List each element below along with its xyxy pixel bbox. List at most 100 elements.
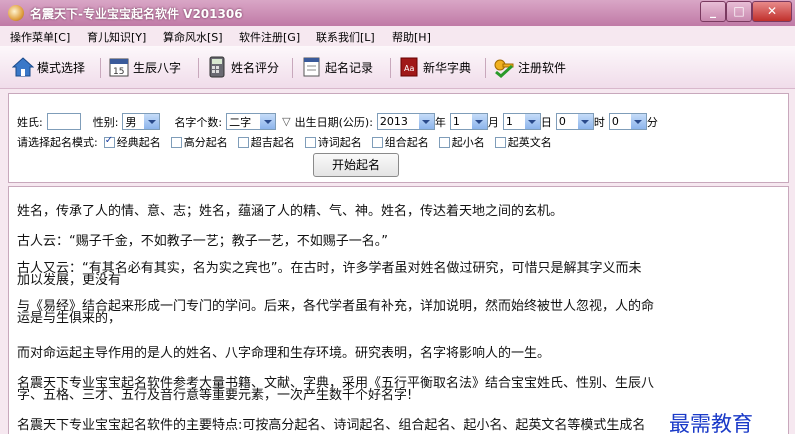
gender-select[interactable]: 男 [122,113,161,130]
chevron-down-icon [418,114,434,129]
app-window: 名震天下-专业宝宝起名软件 V201306 _ □ ✕ 操作菜单[C] 育儿知识… [0,0,795,434]
month-select[interactable]: 1 [449,113,488,130]
chevron-down-icon [260,114,276,129]
toolbar-divider [100,58,101,78]
hour-select[interactable]: 0 [555,113,594,130]
name-count-select[interactable]: 二字 [226,113,277,130]
year-unit: 年 [434,115,446,129]
toolbar-divider [390,58,391,78]
mode-combo-label: 组合起名 [384,136,429,149]
mode-english-label: 起英文名 [507,136,552,149]
mode-nickname-checkbox[interactable]: 起小名 [438,134,485,150]
mode-poetry-checkbox[interactable]: 诗词起名 [304,134,362,150]
close-button[interactable]: ✕ [752,1,792,22]
checkbox-icon [237,136,249,148]
minute-value: 0 [611,115,619,128]
mode-nickname-label: 起小名 [451,136,485,149]
checkbox-icon [438,136,450,148]
toolbar-label: 生辰八字 [133,60,182,75]
mode-high-score-checkbox[interactable]: 高分起名 [170,134,228,150]
watermark-text: 最需教育 [669,412,753,434]
checkbox-icon [304,136,316,148]
dictionary-button[interactable]: Aa 新华字典 [398,54,471,80]
home-icon [11,56,35,78]
mode-classic-checkbox[interactable]: 经典起名 [103,134,161,150]
toolbar-divider [198,58,199,78]
hour-value: 0 [558,115,566,128]
birth-info-row: 姓氏: 性别: 男 名字个数: 二字 ▽ 出生日期(公历): 2013 年 1 … [17,113,658,130]
toolbar-label: 新华字典 [423,60,472,75]
gender-value: 男 [125,115,137,129]
checkbox-icon [371,136,383,148]
mode-classic-label: 经典起名 [116,136,161,149]
mode-select-button[interactable]: 模式选择 [11,54,85,80]
window-title: 名震天下-专业宝宝起名软件 V201306 [30,7,243,21]
menu-operations[interactable]: 操作菜单[C] [10,29,70,45]
minute-select[interactable]: 0 [608,113,647,130]
toolbar-label: 注册软件 [518,60,567,75]
options-panel: 姓氏: 性别: 男 名字个数: 二字 ▽ 出生日期(公历): 2013 年 1 … [8,93,789,183]
name-count-value: 二字 [229,115,252,129]
minute-unit: 分 [646,115,658,129]
year-value: 2013 [379,115,408,128]
chevron-down-icon [471,114,487,129]
calendar-icon: 15 [108,56,130,78]
calculator-icon [206,56,228,78]
name-records-button[interactable]: 起名记录 [300,54,373,80]
dictionary-icon: Aa [398,56,420,78]
surname-label: 姓氏: [17,115,43,129]
maximize-button[interactable]: □ [726,1,752,22]
intro-paragraph: 加以发展，更没有 [17,273,122,288]
intro-text-area[interactable]: 姓名，传承了人的情、意、志；姓名，蕴涵了人的精、气、神。姓名，传达着天地之间的玄… [8,186,789,434]
register-software-button[interactable]: 注册软件 [493,54,566,80]
mode-lucky-label: 超吉起名 [250,136,295,149]
menu-bar: 操作菜单[C] 育儿知识[Y] 算命风水[S] 软件注册[G] 联系我们[L] … [0,26,795,46]
checkbox-checked-icon [103,135,115,148]
toolbar: 模式选择 15 生辰八字 姓名评分 起名记录 Aa 新华字典 注册软件 [0,46,795,89]
app-logo-icon [8,5,24,21]
gender-label: 性别: [92,115,119,129]
title-bar[interactable]: 名震天下-专业宝宝起名软件 V201306 _ □ ✕ [0,0,795,26]
day-unit: 日 [540,115,552,129]
register-icon [493,56,515,78]
intro-paragraph: 古人云：“赐子千金，不如教子一艺；教子一艺，不如赐子一名。” [17,234,388,249]
menu-parenting[interactable]: 育儿知识[Y] [87,29,146,45]
intro-paragraph: 而对命运起主导作用的是人的姓名、八字命理和生存环境。研究表明，名字将影响人的一生… [17,346,551,361]
toolbar-divider [292,58,293,78]
name-score-button[interactable]: 姓名评分 [206,54,279,80]
mode-label: 请选择起名模式: [17,136,98,149]
intro-paragraph: 名震天下专业宝宝起名软件的主要特点:可按高分起名、诗词起名、组合起名、起小名、起… [17,418,646,433]
chevron-down-icon [577,114,593,129]
start-naming-button[interactable]: 开始起名 [313,153,399,177]
notebook-icon [300,56,322,78]
toolbar-label: 姓名评分 [231,60,280,75]
svg-text:Aa: Aa [404,64,414,73]
mode-english-checkbox[interactable]: 起英文名 [494,134,552,150]
svg-text:15: 15 [113,67,124,77]
day-value: 1 [505,115,513,128]
year-select[interactable]: 2013 [376,113,435,130]
day-select[interactable]: 1 [502,113,541,130]
birth-chart-button[interactable]: 15 生辰八字 [108,54,181,80]
intro-paragraph: 运是与生俱来的， [17,311,122,326]
toolbar-label: 起名记录 [325,60,374,75]
triangle-icon: ▽ [282,115,291,128]
menu-help[interactable]: 帮助[H] [392,29,431,45]
minimize-button[interactable]: _ [700,1,726,22]
mode-high-score-label: 高分起名 [183,136,228,149]
mode-combo-checkbox[interactable]: 组合起名 [371,134,429,150]
menu-fortune[interactable]: 算命风水[S] [163,29,223,45]
name-count-label: 名字个数: [174,115,223,129]
menu-contact[interactable]: 联系我们[L] [316,29,375,45]
intro-paragraph: 姓名，传承了人的情、意、志；姓名，蕴涵了人的精、气、神。姓名，传达着天地之间的玄… [17,204,564,219]
chevron-down-icon [524,114,540,129]
checkbox-icon [170,136,182,148]
month-value: 1 [452,115,460,128]
menu-register[interactable]: 软件注册[G] [239,29,300,45]
surname-input[interactable] [46,113,81,130]
birth-date-label: 出生日期(公历): [294,115,373,129]
checkbox-icon [494,136,506,148]
mode-lucky-checkbox[interactable]: 超吉起名 [237,134,295,150]
intro-paragraph: 字、五格、三才、五行及音行意等重要元素，一次产生数千个好名字! [17,388,413,403]
toolbar-divider [485,58,486,78]
